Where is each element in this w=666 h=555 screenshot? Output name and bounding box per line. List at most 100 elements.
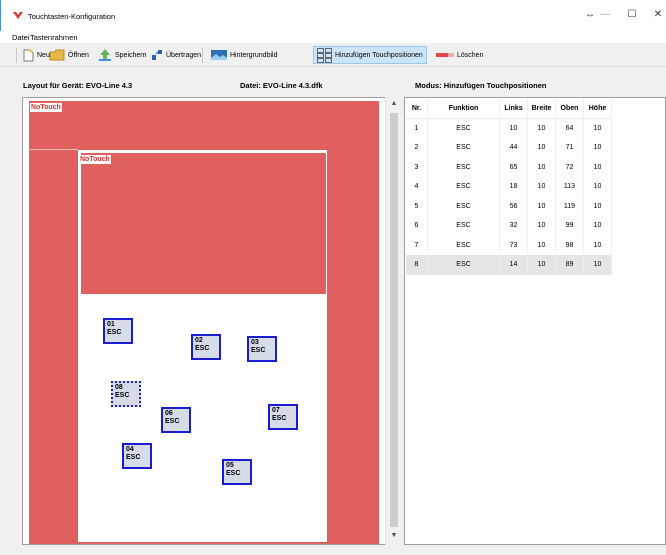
cell-breite[interactable]: 10 — [528, 138, 556, 158]
notouch-inner-zone[interactable] — [81, 153, 326, 294]
cell-oben[interactable]: 71 — [556, 138, 584, 158]
table-row[interactable]: 4 ESC 18 10 113 10 — [406, 177, 612, 197]
touch-box-id: 01 — [107, 321, 115, 328]
cell-breite[interactable]: 10 — [528, 196, 556, 216]
header-breite[interactable]: Breite — [528, 99, 556, 119]
app-logo-icon — [13, 12, 23, 19]
table-row[interactable]: 7 ESC 73 10 98 10 — [406, 235, 612, 255]
save-button[interactable]: Speichern — [95, 46, 150, 64]
touch-positions-table[interactable]: Nr. Funktion Links Breite Oben Höhe 1 ES… — [404, 97, 666, 545]
touch-box-07[interactable]: 07 ESC — [268, 404, 298, 430]
touch-box-08-selected[interactable]: 08 ESC — [111, 381, 141, 407]
cell-links[interactable]: 73 — [500, 235, 528, 255]
cell-breite[interactable]: 10 — [528, 118, 556, 138]
open-button[interactable]: Öffnen — [46, 46, 92, 64]
canvas-vertical-scrollbar[interactable]: ▲ ▼ — [385, 97, 401, 545]
table-row[interactable]: 3 ESC 65 10 72 10 — [406, 157, 612, 177]
menu-datei[interactable]: Datei — [12, 33, 30, 42]
scroll-up-icon[interactable]: ▲ — [386, 97, 402, 111]
cell-breite[interactable]: 10 — [528, 235, 556, 255]
cell-breite[interactable]: 10 — [528, 157, 556, 177]
touch-box-id: 05 — [226, 462, 234, 469]
header-nr[interactable]: Nr. — [406, 99, 428, 119]
background-image-label: Hintergrundbild — [230, 51, 278, 59]
cell-breite[interactable]: 10 — [528, 216, 556, 236]
cell-links[interactable]: 18 — [500, 177, 528, 197]
cell-funktion[interactable]: ESC — [428, 177, 500, 197]
cell-links[interactable]: 14 — [500, 255, 528, 275]
touch-box-04[interactable]: 04 ESC — [122, 443, 152, 469]
minimize-button[interactable]: — — [594, 8, 616, 22]
cell-hoehe[interactable]: 10 — [584, 177, 612, 197]
cell-breite[interactable]: 10 — [528, 177, 556, 197]
cell-hoehe[interactable]: 10 — [584, 235, 612, 255]
scroll-down-icon[interactable]: ▼ — [386, 529, 402, 543]
background-image-button[interactable]: Hintergrundbild — [208, 46, 280, 64]
cell-hoehe[interactable]: 10 — [584, 196, 612, 216]
table-row[interactable]: 6 ESC 32 10 99 10 — [406, 216, 612, 236]
touch-box-id: 07 — [272, 407, 280, 414]
table-header-row: Nr. Funktion Links Breite Oben Höhe — [406, 99, 612, 119]
touch-box-06[interactable]: 06 ESC — [161, 407, 191, 433]
header-funktion[interactable]: Funktion — [428, 99, 500, 119]
cell-oben[interactable]: 72 — [556, 157, 584, 177]
header-hoehe[interactable]: Höhe — [584, 99, 612, 119]
cell-hoehe[interactable]: 10 — [584, 255, 612, 275]
cell-oben[interactable]: 99 — [556, 216, 584, 236]
table-row[interactable]: 5 ESC 56 10 119 10 — [406, 196, 612, 216]
touch-box-function: ESC — [195, 345, 210, 352]
scroll-thumb[interactable] — [390, 113, 398, 527]
header-links[interactable]: Links — [500, 99, 528, 119]
cell-funktion[interactable]: ESC — [428, 235, 500, 255]
cell-links[interactable]: 44 — [500, 138, 528, 158]
touch-box-02[interactable]: 02 ESC — [191, 334, 221, 360]
cell-hoehe[interactable]: 10 — [584, 157, 612, 177]
layout-canvas[interactable]: NoTouch NoTouch 01 ESC 02 ESC 03 ESC 08 … — [22, 97, 401, 545]
cell-funktion[interactable]: ESC — [428, 216, 500, 236]
table-row[interactable]: 2 ESC 44 10 71 10 — [406, 138, 612, 158]
delete-button[interactable]: Löschen — [433, 46, 486, 64]
notouch-inner-label: NoTouch — [79, 155, 111, 164]
table-row-selected[interactable]: 8 ESC 14 10 89 10 — [406, 255, 612, 275]
cell-hoehe[interactable]: 10 — [584, 118, 612, 138]
add-touch-positions-button[interactable]: Hinzufügen Touchpositionen — [313, 46, 427, 64]
cell-links[interactable]: 56 — [500, 196, 528, 216]
header-oben[interactable]: Oben — [556, 99, 584, 119]
transfer-button[interactable]: Übertragen — [148, 46, 204, 64]
maximize-button[interactable]: ☐ — [621, 8, 643, 22]
menu-tastenrahmen[interactable]: Tastenrahmen — [30, 33, 78, 42]
cell-nr: 1 — [406, 118, 428, 138]
info-bar: Layout für Gerät: EVO-Line 4.3 Datei: EV… — [0, 67, 666, 97]
background-image-icon — [211, 50, 227, 60]
cell-nr: 6 — [406, 216, 428, 236]
touch-box-05[interactable]: 05 ESC — [222, 459, 252, 485]
cell-nr: 7 — [406, 235, 428, 255]
cell-oben[interactable]: 89 — [556, 255, 584, 275]
cell-oben[interactable]: 119 — [556, 196, 584, 216]
cell-links[interactable]: 10 — [500, 118, 528, 138]
touch-box-03[interactable]: 03 ESC — [247, 336, 277, 362]
touch-box-01[interactable]: 01 ESC — [103, 318, 133, 344]
transfer-label: Übertragen — [166, 51, 202, 59]
cell-breite[interactable]: 10 — [528, 255, 556, 275]
cell-nr: 3 — [406, 157, 428, 177]
cell-oben[interactable]: 113 — [556, 177, 584, 197]
cell-funktion[interactable]: ESC — [428, 118, 500, 138]
delete-label: Löschen — [457, 51, 484, 59]
cell-funktion[interactable]: ESC — [428, 157, 500, 177]
cell-funktion[interactable]: ESC — [428, 196, 500, 216]
touch-box-function: ESC — [272, 415, 287, 422]
cell-links[interactable]: 65 — [500, 157, 528, 177]
close-button[interactable]: ✕ — [647, 8, 666, 22]
table-row[interactable]: 1 ESC 10 10 64 10 — [406, 118, 612, 138]
cell-funktion[interactable]: ESC — [428, 255, 500, 275]
cell-oben[interactable]: 64 — [556, 118, 584, 138]
cell-oben[interactable]: 98 — [556, 235, 584, 255]
toolbar-grip — [16, 48, 17, 63]
eraser-icon — [436, 53, 454, 57]
cell-hoehe[interactable]: 10 — [584, 216, 612, 236]
cell-links[interactable]: 32 — [500, 216, 528, 236]
cell-hoehe[interactable]: 10 — [584, 138, 612, 158]
file-name-label: Datei: EVO-Line 4.3.dfk — [240, 81, 323, 90]
cell-funktion[interactable]: ESC — [428, 138, 500, 158]
